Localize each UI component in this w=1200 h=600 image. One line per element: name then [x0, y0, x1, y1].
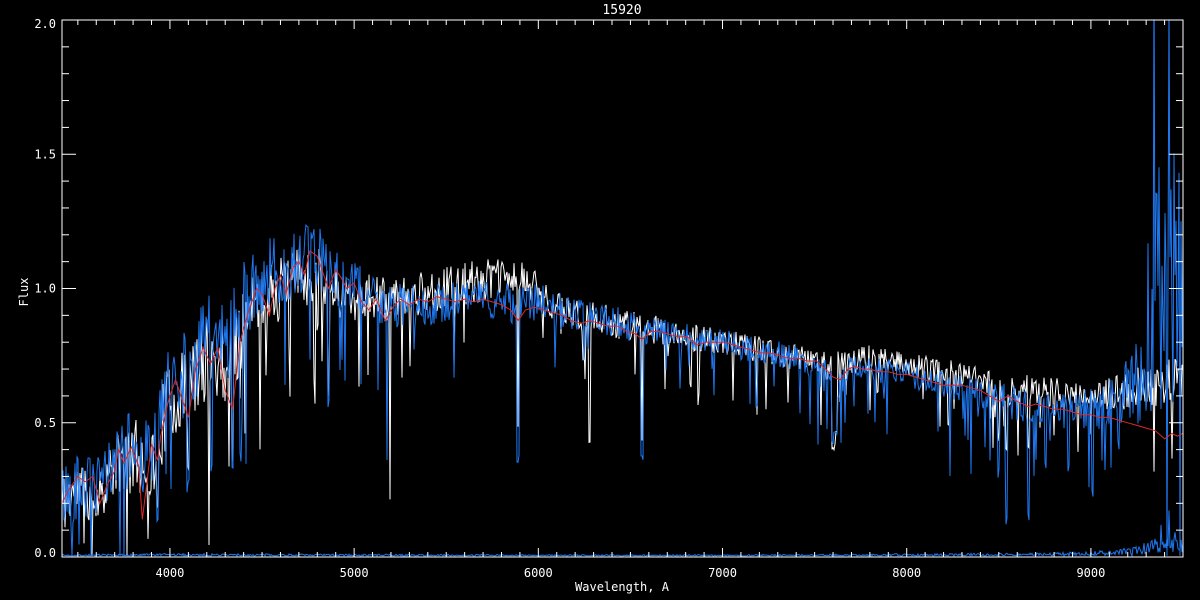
y-tick-label: 1.5 [34, 147, 56, 161]
x-tick-label: 7000 [708, 566, 737, 580]
labels-layer: 15920 Wavelength, A Flux [17, 3, 670, 594]
axes-layer: 4000 5000 6000 7000 8000 9000 0.0 0.5 1.0 1.5 2.0 [34, 17, 1184, 580]
spectrum-viewer-window: 4000 5000 6000 7000 8000 9000 0.0 0.5 1.0 1.5 2.0 … [0, 0, 1200, 600]
x-tick-label: 6000 [524, 566, 553, 580]
y-tick-label: 0.5 [34, 416, 56, 430]
y-tick-label: 2.0 [34, 17, 56, 31]
x-axis-label: Wavelength, A [575, 580, 670, 594]
trace-observed-spectrum-blue [62, 20, 1183, 556]
y-tick-label: 0.0 [34, 546, 56, 560]
y-axis-label: Flux [17, 278, 31, 307]
x-tick-label: 8000 [892, 566, 921, 580]
x-tick-label: 5000 [340, 566, 369, 580]
spectrum-chart: 4000 5000 6000 7000 8000 90000.00.51.01.52.0 … [17, 3, 1184, 594]
series-layer [62, 20, 1183, 558]
trace-error-spectrum-blue [62, 510, 1183, 558]
y-tick-label: 1.0 [34, 282, 56, 296]
plot-frame [61, 19, 1184, 558]
chart-title: 15920 [602, 3, 641, 18]
x-tick-label: 4000 [155, 566, 184, 580]
x-tick-label: 9000 [1076, 566, 1105, 580]
